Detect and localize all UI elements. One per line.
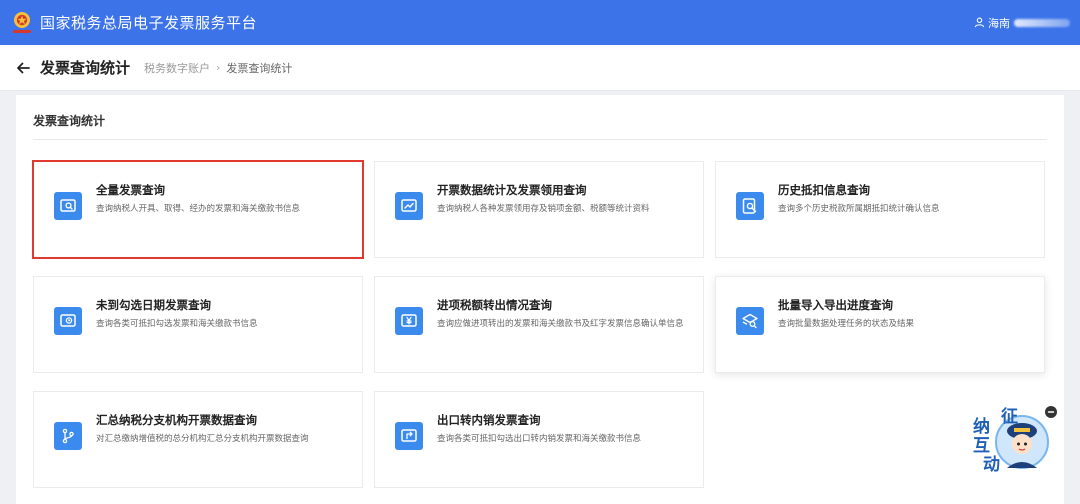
main-panel: 发票查询统计 全量发票查询 查询纳税人开具、取得、经办的发票和海关缴款书信息 开… <box>16 95 1064 504</box>
card-description: 查询各类可抵扣勾选发票和海关缴款书信息 <box>96 319 258 329</box>
app-title: 国家税务总局电子发票服务平台 <box>40 14 258 32</box>
section-divider <box>33 139 1047 140</box>
mascot-widget[interactable]: 征 纳 互 动 <box>967 404 1051 475</box>
breadcrumb-separator-icon: › <box>216 61 221 74</box>
card-description: 对汇总缴纳增值税的总分机构汇总分支机构开票数据查询 <box>96 434 309 444</box>
top-bar: 国家税务总局电子发票服务平台 海南 <box>0 0 1080 45</box>
card-input-tax-transfer-query[interactable]: 进项税额转出情况查询 查询应做进项转出的发票和海关缴款书及红字发票信息确认单信息 <box>374 276 704 373</box>
card-full-invoice-query[interactable]: 全量发票查询 查询纳税人开具、取得、经办的发票和海关缴款书信息 <box>32 160 364 259</box>
user-name: 海南 <box>988 16 1010 30</box>
card-title: 批量导入导出进度查询 <box>778 298 893 312</box>
export-invoice-icon <box>395 422 423 450</box>
card-title: 历史抵扣信息查询 <box>778 183 870 197</box>
user-name-redacted <box>1014 18 1070 27</box>
breadcrumb-item-current: 发票查询统计 <box>226 61 293 75</box>
batch-progress-icon <box>736 307 764 335</box>
page-header: 发票查询统计 税务数字账户 › 发票查询统计 <box>0 45 1080 91</box>
mascot-char-4: 动 <box>983 455 1000 475</box>
history-search-icon <box>736 192 764 220</box>
card-title: 进项税额转出情况查询 <box>437 298 552 312</box>
user-icon <box>974 17 985 28</box>
invoice-yen-icon <box>395 307 423 335</box>
breadcrumb: 税务数字账户 › 发票查询统计 <box>144 60 292 76</box>
branch-icon <box>54 422 82 450</box>
invoice-chart-icon <box>395 192 423 220</box>
tax-emblem-logo <box>8 9 36 37</box>
card-title: 开票数据统计及发票领用查询 <box>437 183 587 197</box>
card-title: 汇总纳税分支机构开票数据查询 <box>96 413 257 427</box>
card-description: 查询应做进项转出的发票和海关缴款书及红字发票信息确认单信息 <box>437 319 684 329</box>
page-title: 发票查询统计 <box>40 59 131 77</box>
card-title: 出口转内销发票查询 <box>437 413 541 427</box>
card-description: 查询批量数据处理任务的状态及结果 <box>778 319 915 329</box>
card-description: 查询各类可抵扣勾选出口转内销发票和海关缴款书信息 <box>437 434 642 444</box>
invoice-clock-icon <box>54 307 82 335</box>
invoice-search-icon <box>54 192 82 220</box>
card-title: 全量发票查询 <box>96 183 165 197</box>
card-description: 查询纳税人开具、取得、经办的发票和海关缴款书信息 <box>96 204 301 214</box>
card-pending-check-date-query[interactable]: 未到勾选日期发票查询 查询各类可抵扣勾选发票和海关缴款书信息 <box>33 276 363 373</box>
card-description: 查询纳税人各种发票领用存及销项金额、税额等统计资料 <box>437 204 650 214</box>
card-export-to-domestic-query[interactable]: 出口转内销发票查询 查询各类可抵扣勾选出口转内销发票和海关缴款书信息 <box>374 391 704 488</box>
mascot-char-1: 征 <box>1001 407 1018 427</box>
card-title: 未到勾选日期发票查询 <box>96 298 211 312</box>
card-batch-progress-query[interactable]: 批量导入导出进度查询 查询批量数据处理任务的状态及结果 <box>715 276 1045 373</box>
user-menu[interactable]: 海南 <box>974 0 1070 45</box>
breadcrumb-item-tax-account[interactable]: 税务数字账户 <box>144 60 210 76</box>
card-branch-invoice-data-query[interactable]: 汇总纳税分支机构开票数据查询 对汇总缴纳增值税的总分机构汇总分支机构开票数据查询 <box>33 391 363 488</box>
section-title: 发票查询统计 <box>33 114 106 128</box>
card-invoice-stats-query[interactable]: 开票数据统计及发票领用查询 查询纳税人各种发票领用存及销项金额、税额等统计资料 <box>374 161 704 258</box>
card-history-deduction-query[interactable]: 历史抵扣信息查询 查询多个历史税款所属期抵扣统计确认信息 <box>715 161 1045 258</box>
card-description: 查询多个历史税款所属期抵扣统计确认信息 <box>778 204 940 214</box>
mascot-close-icon[interactable] <box>1045 406 1057 418</box>
back-arrow-icon[interactable] <box>16 61 30 75</box>
